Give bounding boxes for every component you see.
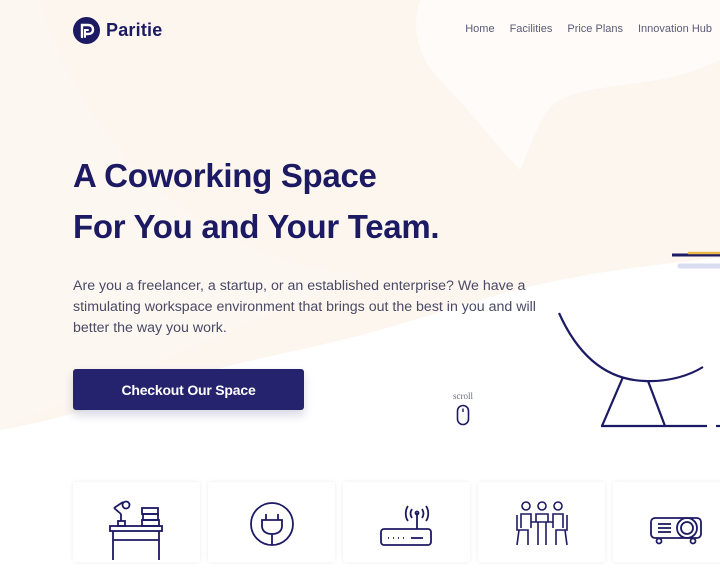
chair-illustration [557, 251, 720, 428]
mouse-icon [456, 404, 470, 426]
nav-price-plans[interactable]: Price Plans [567, 23, 623, 35]
facility-card-meeting[interactable] [478, 482, 605, 562]
scroll-label: scroll [453, 391, 473, 401]
p-logo-icon [73, 17, 100, 44]
nav-innovation-hub[interactable]: Innovation Hub [638, 23, 712, 35]
hero-title-line2: For You and Your Team. [73, 208, 440, 245]
nav-home[interactable]: Home [465, 23, 494, 35]
wifi-router-icon [379, 505, 432, 546]
nav-facilities[interactable]: Facilities [510, 23, 553, 35]
facility-card-desk[interactable] [73, 482, 200, 562]
checkout-space-button[interactable]: Checkout Our Space [73, 369, 304, 410]
facility-card-projector[interactable] [613, 482, 720, 562]
hero-description: Are you a freelancer, a startup, or an e… [73, 278, 536, 336]
brand-name: Paritie [106, 20, 163, 40]
site-header: Paritie Home Facilities Price Plans Inno… [0, 0, 720, 60]
scroll-indicator[interactable]: scroll [450, 391, 476, 431]
meeting-room-icon [515, 501, 568, 546]
desk-lamp-icon [108, 500, 163, 560]
facility-card-wifi[interactable] [343, 482, 470, 562]
power-plug-icon [249, 502, 294, 546]
facility-card-power[interactable] [208, 482, 335, 562]
hero-title: A Coworking Space For You and Your Team. [73, 150, 440, 252]
brand-logo[interactable]: Paritie [73, 17, 162, 44]
projector-icon [649, 517, 702, 545]
facilities-list [73, 482, 720, 562]
main-nav: Home Facilities Price Plans Innovation H… [465, 23, 712, 35]
hero-title-line1: A Coworking Space [73, 157, 377, 194]
